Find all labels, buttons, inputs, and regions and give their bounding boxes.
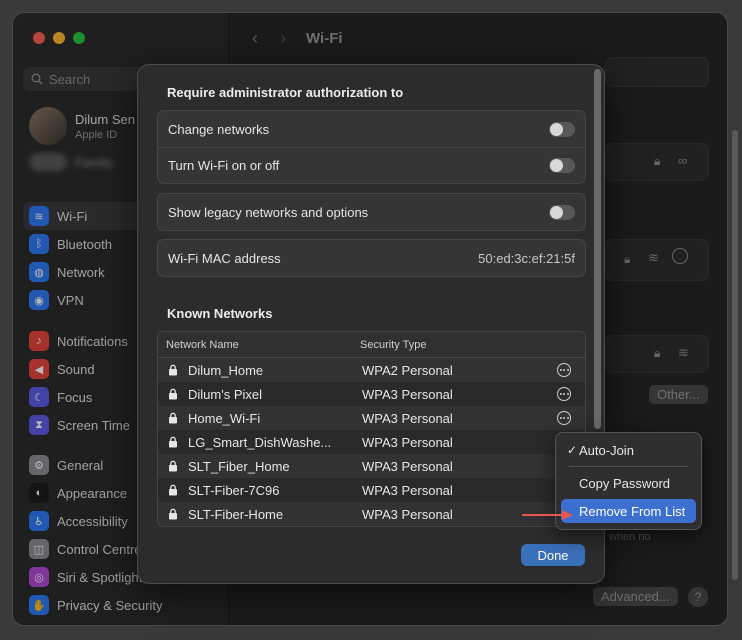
security-type: WPA3 Personal — [362, 410, 453, 426]
security-type: WPA3 Personal — [362, 386, 453, 402]
auth-section-title: Require administrator authorization to — [167, 85, 404, 100]
network-name: Dilum_Home — [188, 362, 264, 378]
more-options-icon[interactable] — [557, 411, 571, 425]
done-button[interactable]: Done — [521, 544, 585, 566]
lock-icon — [158, 412, 188, 424]
network-name: SLT-Fiber-7C96 — [188, 482, 280, 498]
network-name: SLT_Fiber_Home — [188, 458, 290, 474]
table-row[interactable]: LG_Smart_DishWashe... WPA3 Personal — [158, 430, 585, 454]
wifi-power-toggle[interactable] — [549, 158, 575, 173]
auth-group: Change networks Turn Wi-Fi on or off — [157, 110, 586, 184]
menu-item-label: Auto-Join — [579, 442, 634, 458]
lock-icon — [158, 460, 188, 472]
annotation-arrow-icon — [522, 510, 573, 520]
change-networks-row: Change networks — [158, 111, 585, 147]
wifi-power-label: Turn Wi-Fi on or off — [168, 158, 280, 173]
main-scrollbar[interactable] — [732, 130, 738, 580]
menu-item-label: Remove From List — [579, 503, 686, 519]
advanced-wifi-sheet: Require administrator authorization to C… — [137, 64, 605, 584]
security-type: WPA3 Personal — [362, 434, 453, 450]
table-row[interactable]: Dilum_Home WPA2 Personal — [158, 358, 585, 382]
mac-address-row: Wi-Fi MAC address 50:ed:3c:ef:21:5f — [158, 240, 585, 276]
lock-icon — [158, 508, 188, 520]
legacy-networks-label: Show legacy networks and options — [168, 204, 369, 220]
known-networks-table: Network Name Security Type Dilum_Home WPA… — [157, 331, 586, 527]
more-options-icon[interactable] — [557, 387, 571, 401]
column-network-name[interactable]: Network Name — [158, 339, 352, 351]
network-name: Dilum's Pixel — [188, 386, 262, 402]
change-networks-toggle[interactable] — [549, 121, 575, 137]
wifi-power-row: Turn Wi-Fi on or off — [158, 147, 585, 183]
table-header: Network Name Security Type — [158, 332, 585, 358]
legacy-networks-row: Show legacy networks and options — [158, 194, 585, 230]
network-name: LG_Smart_DishWashe... — [188, 434, 332, 450]
network-name: SLT-Fiber-Home — [188, 506, 284, 522]
checkmark-icon: ✓ — [567, 443, 578, 457]
table-row[interactable]: SLT_Fiber_Home WPA3 Personal — [158, 454, 585, 478]
more-options-icon[interactable] — [557, 363, 571, 377]
security-type: WPA3 Personal — [362, 482, 453, 498]
table-row[interactable]: SLT-Fiber-Home WPA3 Personal — [158, 502, 585, 526]
lock-icon — [158, 436, 188, 448]
sheet-scrollbar[interactable] — [594, 69, 601, 429]
table-row[interactable]: Dilum's Pixel WPA3 Personal — [158, 382, 585, 406]
lock-icon — [158, 484, 188, 496]
menu-separator — [569, 466, 688, 467]
change-networks-label: Change networks — [168, 121, 270, 137]
menu-item-remove-from-list[interactable]: Remove From List — [561, 499, 696, 523]
legacy-group: Show legacy networks and options — [157, 193, 586, 231]
network-context-menu: ✓ Auto-Join Copy Password Remove From Li… — [555, 432, 702, 530]
mac-address-value: 50:ed:3c:ef:21:5f — [478, 250, 575, 266]
menu-item-label: Copy Password — [579, 475, 671, 491]
mac-address-label: Wi-Fi MAC address — [168, 250, 281, 266]
lock-icon — [158, 364, 188, 376]
mac-group: Wi-Fi MAC address 50:ed:3c:ef:21:5f — [157, 239, 586, 277]
security-type: WPA3 Personal — [362, 506, 453, 522]
menu-item-copy-password[interactable]: Copy Password — [561, 471, 696, 495]
table-row[interactable]: Home_Wi-Fi WPA3 Personal — [158, 406, 585, 430]
network-name: Home_Wi-Fi — [188, 410, 261, 426]
menu-item-auto-join[interactable]: ✓ Auto-Join — [561, 438, 696, 462]
security-type: WPA3 Personal — [362, 458, 453, 474]
column-security-type[interactable]: Security Type — [352, 339, 426, 351]
table-row[interactable]: SLT-Fiber-7C96 WPA3 Personal — [158, 478, 585, 502]
security-type: WPA2 Personal — [362, 362, 453, 378]
lock-icon — [158, 388, 188, 400]
known-networks-title: Known Networks — [167, 306, 273, 321]
legacy-networks-toggle[interactable] — [549, 204, 575, 220]
